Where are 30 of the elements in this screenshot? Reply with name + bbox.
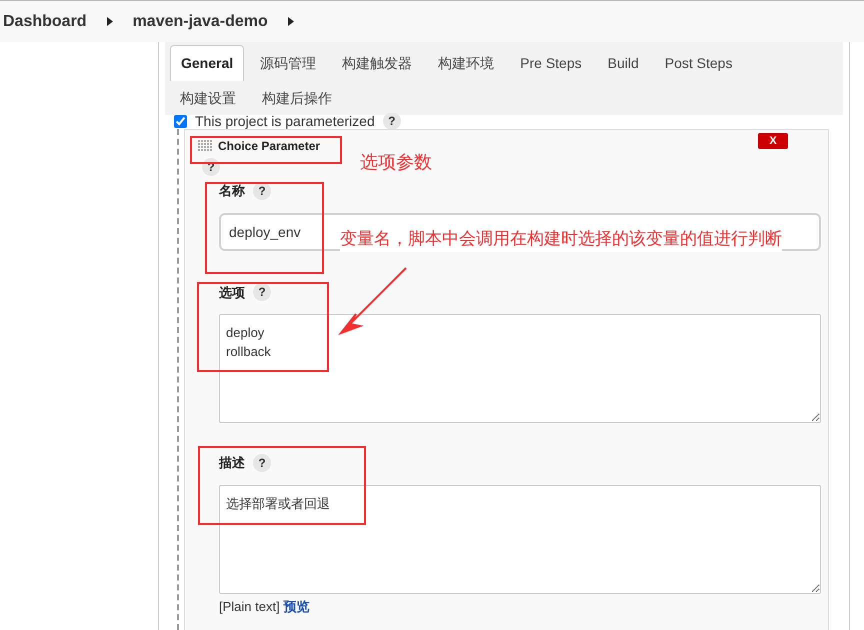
annotation-text: 选项参数 — [360, 151, 432, 174]
tab[interactable]: 源码管理 — [250, 45, 326, 81]
parameterized-label: This project is parameterized — [195, 114, 375, 128]
tab[interactable]: 构建环境 — [428, 45, 504, 81]
tab[interactable]: 构建触发器 — [332, 45, 422, 81]
tab[interactable]: Build — [598, 45, 649, 81]
parameterized-checkbox[interactable] — [174, 114, 187, 128]
breadcrumb-link[interactable]: Dashboard — [3, 10, 87, 34]
breadcrumb-link[interactable]: maven-java-demo — [132, 10, 268, 34]
preview-link[interactable]: 预览 — [284, 596, 310, 616]
delete-button[interactable]: X — [758, 133, 788, 149]
tab[interactable]: General — [170, 45, 244, 81]
field-label: 描述 — [219, 454, 245, 472]
description-textarea[interactable]: 选择部署或者回退 — [219, 484, 821, 594]
field-label: 名称 — [219, 182, 245, 200]
help-icon[interactable]: ? — [253, 454, 271, 472]
format-note: [Plain text] — [219, 598, 280, 616]
drag-handle-icon[interactable] — [198, 140, 212, 152]
choices-textarea[interactable]: deploy rollback — [219, 314, 821, 423]
help-icon[interactable]: ? — [382, 113, 401, 129]
tab[interactable]: 构建设置 — [170, 80, 246, 116]
annotation-arrow — [338, 266, 408, 336]
caret-icon[interactable] — [288, 17, 294, 26]
help-icon[interactable]: ? — [253, 283, 271, 302]
tab[interactable]: Post Steps — [654, 45, 742, 81]
tab[interactable]: Pre Steps — [510, 45, 592, 81]
parameter-title: Choice Parameter — [218, 139, 320, 153]
field-label: 选项 — [219, 284, 245, 302]
tab[interactable]: 构建后操作 — [252, 80, 342, 116]
caret-icon[interactable] — [106, 17, 113, 26]
